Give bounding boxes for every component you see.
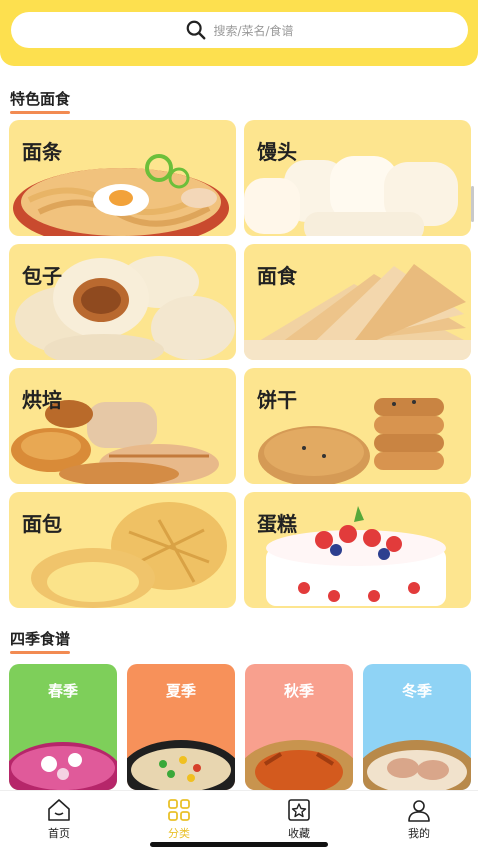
category-label: 饼干: [257, 388, 297, 412]
category-label: 蛋糕: [257, 512, 297, 536]
tab-label: 我的: [408, 827, 430, 840]
category-card-flatbread[interactable]: 面食: [244, 244, 471, 360]
category-card-baozi[interactable]: 包子: [9, 244, 236, 360]
season-card-spring[interactable]: 春季: [9, 664, 117, 790]
header-bar: 搜索/菜名/食谱: [0, 0, 478, 66]
category-label: 面条: [22, 140, 62, 164]
season-label: 秋季: [283, 682, 314, 700]
category-card-bread[interactable]: 面包: [9, 492, 236, 608]
category-card-noodles[interactable]: 面条: [9, 120, 236, 236]
section-underline: [10, 111, 71, 114]
section-title-seasons-text: 四季食谱: [10, 630, 71, 648]
search-icon: [187, 20, 206, 40]
category-card-cake[interactable]: 蛋糕: [244, 492, 471, 608]
category-label: 面包: [22, 512, 62, 536]
tab-label: 分类: [168, 827, 190, 840]
section-title-featured-text: 特色面食: [10, 90, 71, 108]
category-label: 面食: [257, 264, 297, 288]
search-input[interactable]: 搜索/菜名/食谱: [213, 22, 293, 39]
user-icon: [408, 800, 430, 822]
search-bar[interactable]: 搜索/菜名/食谱: [11, 12, 468, 48]
bottom-tab-bar: 首页 分类 收藏 我的: [0, 790, 478, 850]
category-label: 包子: [22, 264, 62, 288]
category-card-baking[interactable]: 烘培: [9, 368, 236, 484]
season-label: 夏季: [165, 682, 196, 700]
tab-label: 首页: [48, 827, 70, 840]
season-card-winter[interactable]: 冬季: [363, 664, 471, 790]
season-label: 冬季: [401, 682, 432, 700]
category-card-cookies[interactable]: 饼干: [244, 368, 471, 484]
section-title-featured: 特色面食: [10, 88, 71, 114]
category-card-mantou[interactable]: 馒头: [244, 120, 471, 236]
tab-favorites[interactable]: 收藏: [259, 797, 339, 841]
scrollbar[interactable]: [471, 186, 474, 222]
tab-profile[interactable]: 我的: [379, 797, 459, 841]
category-label: 馒头: [257, 140, 297, 164]
tab-home[interactable]: 首页: [19, 797, 99, 841]
section-title-seasons: 四季食谱: [10, 628, 71, 654]
section-underline: [10, 651, 71, 654]
home-indicator: [150, 842, 328, 847]
star-box-icon: [288, 799, 310, 821]
season-row: 春季 夏季 秋季 冬季: [9, 664, 471, 790]
tab-label: 收藏: [288, 827, 310, 840]
grid-icon: [168, 799, 190, 821]
category-label: 烘培: [22, 388, 62, 412]
home-icon: [48, 799, 70, 821]
season-label: 春季: [47, 682, 78, 700]
tab-category[interactable]: 分类: [139, 797, 219, 841]
season-card-summer[interactable]: 夏季: [127, 664, 235, 790]
season-card-autumn[interactable]: 秋季: [245, 664, 353, 790]
